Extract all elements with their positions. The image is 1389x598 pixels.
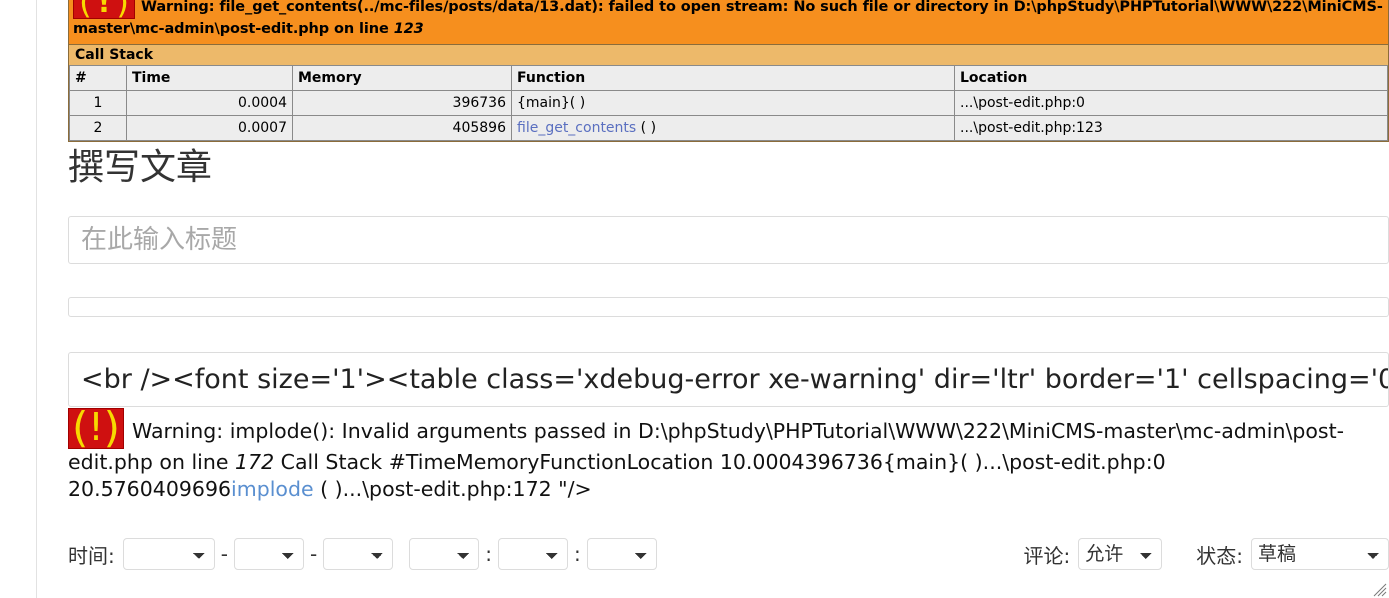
callstack-function-text: ( )	[636, 120, 657, 136]
status-label: 状态:	[1196, 543, 1243, 568]
warning-icon-paren-right: )	[116, 0, 129, 18]
textarea-resize-grip[interactable]	[1371, 581, 1387, 597]
post-excerpt-textarea[interactable]	[68, 297, 1389, 317]
callstack-cell-location: ...\post-edit.php:0	[954, 90, 1388, 116]
callstack-col-time: Time	[126, 65, 293, 91]
page-root: ( ! ) Warning: file_get_contents(../mc-f…	[0, 0, 1389, 598]
day-select[interactable]	[323, 538, 394, 570]
comment-label: 评论:	[1023, 543, 1071, 568]
implode-warning-text-3: ( )...\post-edit.php:172 "/>	[313, 477, 592, 501]
main-content: ( ! ) Warning: file_get_contents(../mc-f…	[38, 0, 1389, 598]
callstack-col-memory: Memory	[292, 65, 512, 91]
xdebug-warning-message: ( ! ) Warning: file_get_contents(../mc-f…	[69, 0, 1388, 44]
callstack-col-num: #	[69, 65, 127, 91]
page-title: 撰写文章	[68, 147, 213, 188]
callstack-table: # Time Memory Function Location 1 0.0004…	[69, 65, 1388, 141]
comment-group: 评论: 允许	[1024, 538, 1163, 570]
post-content-code-box[interactable]: <br /><font size='1'><table class='xdebu…	[68, 352, 1389, 407]
table-row: 2 0.0007 405896 file_get_contents ( ) ..…	[69, 115, 1388, 141]
callstack-cell-function: file_get_contents ( )	[511, 115, 955, 141]
warning-icon-paren-right: )	[103, 408, 120, 449]
implode-warning-lineno: 172	[234, 450, 275, 474]
warning-icon-box: ( ! )	[68, 408, 124, 449]
minute-select[interactable]	[497, 538, 568, 570]
warning-icon: ( ! )	[68, 408, 124, 449]
sidebar-gutter	[0, 0, 37, 598]
callstack-title: Call Stack	[69, 44, 1388, 65]
date-separator-2: -	[309, 542, 318, 566]
time-separator-1: :	[485, 542, 492, 566]
comment-select[interactable]: 允许	[1078, 538, 1163, 570]
callstack-cell-memory: 405896	[292, 115, 512, 141]
status-group: 状态: 草稿	[1196, 538, 1389, 570]
callstack-cell-num: 1	[69, 90, 127, 116]
hour-select[interactable]	[409, 538, 480, 570]
xdebug-warning-text: Warning: file_get_contents(../mc-files/p…	[73, 0, 1383, 37]
year-select[interactable]	[122, 538, 215, 570]
post-title-input[interactable]	[68, 216, 1389, 264]
xdebug-warning-block: ( ! ) Warning: file_get_contents(../mc-f…	[68, 0, 1389, 142]
callstack-cell-memory: 396736	[292, 90, 512, 116]
implode-function-link[interactable]: implode	[231, 477, 314, 501]
callstack-cell-time: 0.0004	[126, 90, 293, 116]
callstack-function-link[interactable]: file_get_contents	[517, 120, 636, 136]
warning-icon-box: ( ! )	[73, 0, 135, 19]
callstack-cell-function: {main}( )	[511, 90, 955, 116]
xdebug-warning-lineno: 123	[393, 21, 424, 37]
post-content-code-text: <br /><font size='1'><table class='xdebu…	[81, 364, 1389, 395]
callstack-function-text: {main}( )	[517, 95, 586, 111]
status-select[interactable]: 草稿	[1251, 538, 1389, 570]
warning-icon: ( ! )	[73, 0, 135, 19]
callstack-cell-location: ...\post-edit.php:123	[954, 115, 1388, 141]
post-meta-bar: 时间: - - : : 评论: 允许 状态: 草稿	[68, 532, 1389, 576]
callstack-cell-time: 0.0007	[126, 115, 293, 141]
table-row: 1 0.0004 396736 {main}( ) ...\post-edit.…	[69, 90, 1388, 116]
callstack-header-row: # Time Memory Function Location	[69, 65, 1388, 91]
month-select[interactable]	[233, 538, 304, 570]
second-select[interactable]	[586, 538, 657, 570]
callstack-col-location: Location	[954, 65, 1388, 91]
time-separator-2: :	[573, 542, 581, 566]
callstack-col-function: Function	[511, 65, 955, 91]
callstack-cell-num: 2	[69, 115, 127, 141]
date-separator-1: -	[220, 542, 228, 566]
time-label: 时间:	[68, 543, 115, 568]
implode-warning-block: ( ! ) Warning: implode(): Invalid argume…	[68, 408, 1389, 503]
